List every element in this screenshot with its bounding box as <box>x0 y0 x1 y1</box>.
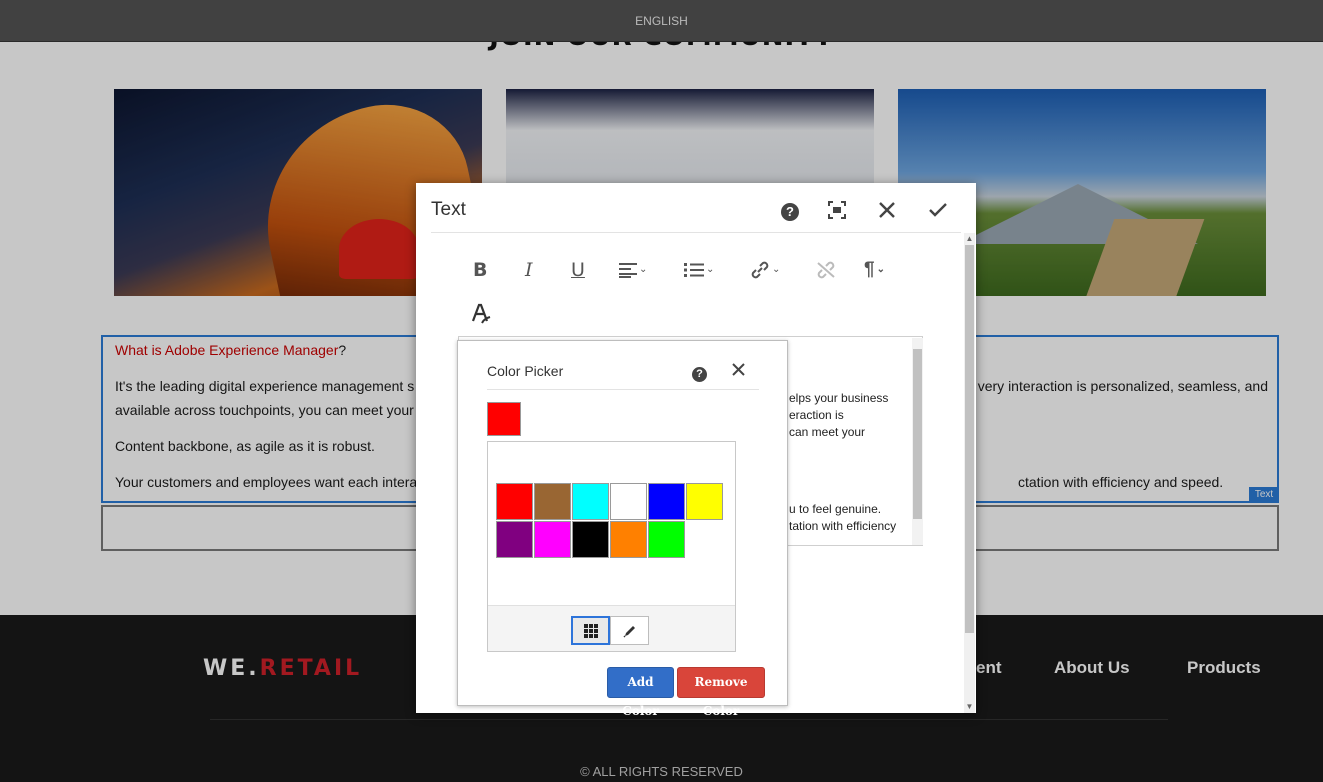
color-swatch[interactable] <box>534 483 571 520</box>
color-swatch[interactable] <box>686 483 723 520</box>
chevron-down-icon: ⌄ <box>772 264 781 275</box>
color-swatch[interactable] <box>610 521 647 558</box>
dialog-fullscreen-button[interactable] <box>824 197 850 223</box>
top-bar: ENGLISH <box>0 0 1323 42</box>
unlink-button[interactable] <box>816 258 836 282</box>
remove-color-button[interactable]: Remove Color <box>677 667 765 718</box>
checkmark-icon <box>929 203 947 217</box>
editor-line-4: u to feel genuine. <box>789 502 882 516</box>
language-label[interactable]: ENGLISH <box>0 14 1323 28</box>
color-picker-divider <box>487 389 759 390</box>
color-swatch[interactable] <box>534 521 571 558</box>
close-icon <box>879 202 895 218</box>
editor-line-1: elps your business <box>789 391 889 405</box>
pilcrow-icon: ¶ <box>864 259 875 281</box>
color-swatch[interactable] <box>610 483 647 520</box>
align-button[interactable]: ⌄ <box>619 258 647 282</box>
selected-color-preview <box>487 402 521 436</box>
scroll-up-arrow-icon[interactable]: ▲ <box>964 234 975 244</box>
fullscreen-icon <box>828 201 846 219</box>
link-icon <box>751 261 769 279</box>
list-button[interactable]: ⌄ <box>684 258 714 282</box>
color-swatch[interactable] <box>572 521 609 558</box>
list-icon <box>684 263 704 277</box>
color-swatch[interactable] <box>496 521 533 558</box>
editor-line-3: can meet your <box>789 425 866 439</box>
editor-line-2: eraction is <box>789 408 844 422</box>
dialog-header-divider <box>431 232 961 233</box>
text-color-icon <box>471 303 491 324</box>
add-color-button[interactable]: Add Color <box>607 667 674 718</box>
color-picker-title: Color Picker <box>487 363 564 379</box>
pencil-icon <box>622 626 635 638</box>
color-picker-close-button[interactable] <box>732 359 745 382</box>
close-icon <box>732 363 745 376</box>
dialog-help-button[interactable]: ? <box>777 197 803 223</box>
paragraph-format-button[interactable]: ¶ ⌄ <box>864 258 885 282</box>
color-edit-tab[interactable] <box>610 616 649 645</box>
help-icon: ? <box>692 367 707 382</box>
dialog-scrollbar-thumb[interactable] <box>965 245 974 633</box>
grid-icon <box>583 624 598 639</box>
color-swatch[interactable] <box>648 521 685 558</box>
italic-button[interactable]: I <box>525 258 533 282</box>
align-left-icon <box>619 263 637 278</box>
editor-line-5: tation with efficiency <box>789 519 897 533</box>
text-color-button[interactable] <box>471 302 491 326</box>
swatch-panel <box>487 441 736 652</box>
color-swatch[interactable] <box>572 483 609 520</box>
swatch-grid-tab[interactable] <box>571 616 610 645</box>
color-picker-help-button[interactable]: ? <box>692 364 707 382</box>
chevron-down-icon: ⌄ <box>706 264 715 275</box>
unlink-icon <box>817 261 835 279</box>
text-dialog: Text ? ▲ ▼ B I U ⌄ ⌄ ⌄ ¶ ⌄ elps your bus… <box>416 183 976 718</box>
color-swatch[interactable] <box>648 483 685 520</box>
chevron-down-icon: ⌄ <box>639 264 648 275</box>
bold-button[interactable]: B <box>473 258 487 282</box>
underline-button[interactable]: U <box>571 258 585 282</box>
dialog-done-button[interactable] <box>925 197 951 223</box>
color-picker-popover: Color Picker ? Add Color Remove Color <box>457 340 788 718</box>
help-icon: ? <box>781 203 799 221</box>
color-picker-tabs <box>488 605 735 651</box>
editor-scrollbar-thumb[interactable] <box>913 349 922 519</box>
link-button[interactable]: ⌄ <box>750 258 780 282</box>
chevron-down-icon: ⌄ <box>876 264 885 275</box>
scroll-down-arrow-icon[interactable]: ▼ <box>964 702 975 712</box>
dialog-title: Text <box>431 199 466 220</box>
dialog-close-button[interactable] <box>874 197 900 223</box>
color-swatch[interactable] <box>496 483 533 520</box>
